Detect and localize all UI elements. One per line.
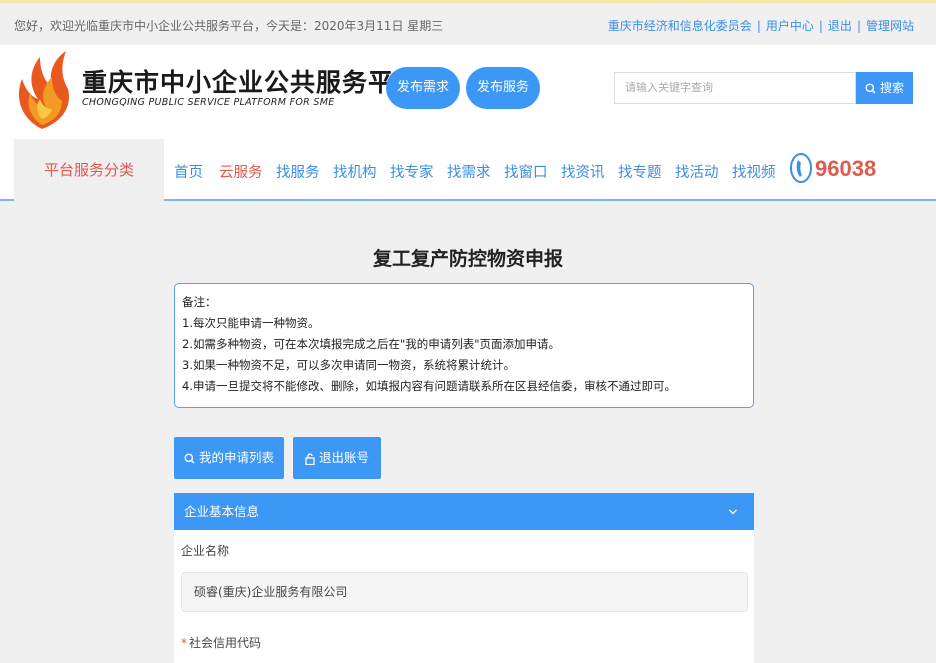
welcome-text: 您好，欢迎光临重庆市中小企业公共服务平台，今天是：2020年3月11日 星期三 — [14, 19, 444, 33]
note-line: 1.每次只能申请一种物资。 — [182, 316, 320, 330]
my-applications-button[interactable]: 我的申请列表 — [174, 437, 284, 479]
company-name-label: 企业名称 — [181, 544, 230, 558]
company-form: 企业名称 硕睿(重庆)企业服务有限公司 * 社会信用代码 — [174, 530, 754, 663]
nav-item-find-institution[interactable]: 找机构 — [333, 161, 377, 182]
header: 重庆市中小企业公共服务平台 CHONGQING PUBLIC SERVICE P… — [0, 45, 936, 139]
logout-account-label: 退出账号 — [318, 450, 369, 465]
credit-code-label: * 社会信用代码 — [181, 634, 261, 651]
note-line: 2.如需多种物资，可在本次填报完成之后在"我的申请列表"页面添加申请。 — [182, 337, 561, 351]
publish-demand-button[interactable]: 发布需求 — [386, 67, 460, 109]
nav-item-find-video[interactable]: 找视频 — [732, 161, 776, 182]
my-applications-label: 我的申请列表 — [198, 450, 274, 465]
search-input[interactable]: 请输入关键字查询 — [614, 72, 856, 104]
link-cq-economic-commission[interactable]: 重庆市经济和信息化委员会 — [608, 19, 752, 33]
hotline-number: 96038 — [815, 156, 877, 181]
search-button-label: 搜索 — [879, 81, 904, 95]
section-header-company-info[interactable]: 企业基本信息 — [174, 493, 754, 530]
nav-item-find-news[interactable]: 找资讯 — [561, 161, 605, 182]
notes-heading: 备注： — [182, 295, 217, 309]
nav-item-find-topic[interactable]: 找专题 — [618, 161, 662, 182]
platform-subtitle: CHONGQING PUBLIC SERVICE PLATFORM FOR SM… — [82, 97, 335, 108]
search-icon — [184, 453, 195, 464]
platform-title: 重庆市中小企业公共服务平台 — [82, 68, 421, 97]
nav-item-cloud-service[interactable]: 云服务 — [219, 161, 263, 182]
section-title: 企业基本信息 — [184, 504, 260, 519]
notes-box: 备注： 1.每次只能申请一种物资。 2.如需多种物资，可在本次填报完成之后在"我… — [174, 283, 754, 408]
phoenix-logo-icon — [18, 51, 69, 129]
credit-code-label-text: 社会信用代码 — [189, 636, 262, 650]
nav-item-home[interactable]: 首页 — [174, 161, 203, 182]
page-title: 复工复产防控物资申报 — [372, 248, 563, 270]
link-admin-site[interactable]: 管理网站 — [866, 19, 914, 33]
link-logout[interactable]: 退出 — [828, 19, 852, 33]
note-line: 4.申请一旦提交将不能修改、删除，如填报内容有问题请联系所在区县经信委，审核不通… — [182, 379, 676, 393]
required-mark: * — [181, 636, 187, 650]
note-line: 3.如果一种物资不足，可以多次申请同一物资，系统将累计统计。 — [182, 358, 515, 372]
service-category-button[interactable]: 平台服务分类 — [14, 139, 164, 201]
lock-icon — [305, 452, 315, 465]
nav-item-find-window[interactable]: 找窗口 — [504, 161, 548, 182]
chevron-down-icon — [728, 493, 738, 530]
search-button[interactable]: 搜索 — [856, 72, 913, 104]
search-icon — [865, 83, 876, 94]
divider: | — [756, 19, 761, 33]
publish-service-button[interactable]: 发布服务 — [466, 67, 540, 109]
divider: | — [856, 19, 861, 33]
link-user-center[interactable]: 用户中心 — [766, 19, 814, 33]
phone-icon — [790, 153, 812, 183]
logout-account-button[interactable]: 退出账号 — [293, 437, 381, 479]
nav-item-find-activity[interactable]: 找活动 — [675, 161, 719, 182]
nav-item-find-demand[interactable]: 找需求 — [447, 161, 491, 182]
nav-item-find-service[interactable]: 找服务 — [276, 161, 320, 182]
top-links: 重庆市经济和信息化委员会 | 用户中心 | 退出 | 管理网站 — [608, 17, 914, 34]
top-bar: 您好，欢迎光临重庆市中小企业公共服务平台，今天是：2020年3月11日 星期三 … — [0, 0, 936, 45]
company-name-field[interactable]: 硕睿(重庆)企业服务有限公司 — [181, 572, 748, 612]
divider: | — [818, 19, 823, 33]
nav-item-find-expert[interactable]: 找专家 — [390, 161, 434, 182]
